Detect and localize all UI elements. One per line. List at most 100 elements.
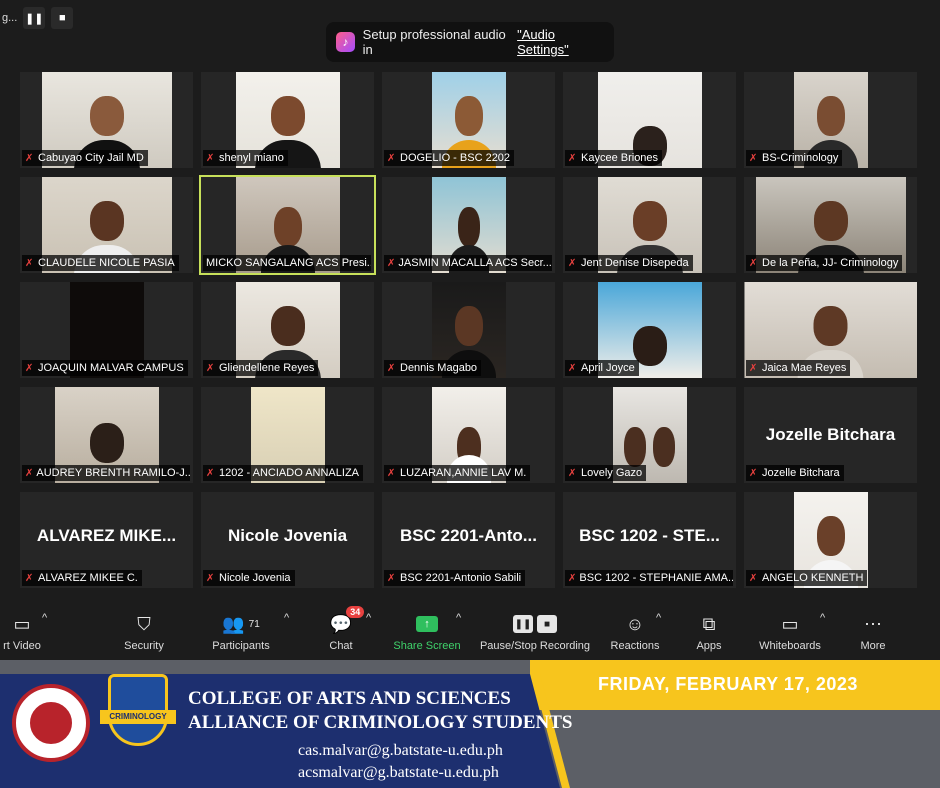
shield-icon: ⛉: [137, 613, 151, 634]
share-screen-button[interactable]: ↑ Share Screen: [392, 612, 462, 652]
start-video-label: rt Video: [3, 640, 41, 652]
video-tile[interactable]: ✗ Cabuyao City Jail MD: [20, 72, 193, 168]
participant-label: ✗ Cabuyao City Jail MD: [22, 150, 148, 166]
zoom-meeting-window: g... ❚❚ ■ ♪ Setup professional audio in …: [0, 0, 940, 788]
video-tile[interactable]: ✗ BS-Criminology: [744, 72, 917, 168]
participant-label: ✗ BSC 2201-Antonio Sabili: [384, 570, 526, 586]
muted-mic-icon: ✗: [568, 152, 577, 164]
video-tile[interactable]: ✗ Dennis Magabo: [382, 282, 555, 378]
video-tile[interactable]: ✗ ANGELO KENNETH: [744, 492, 917, 588]
muted-mic-icon: ✗: [25, 362, 34, 374]
participant-name: April Joyce: [581, 362, 635, 374]
muted-mic-icon: ✗: [568, 362, 577, 374]
chat-icon: 💬 34: [330, 606, 365, 636]
video-tile[interactable]: ✗ Jaica Mae Reyes: [744, 282, 917, 378]
participant-name: Dennis Magabo: [400, 362, 478, 374]
participant-label: ✗ April Joyce: [565, 360, 639, 376]
muted-mic-icon: ✗: [206, 572, 215, 584]
chat-badge: 34: [346, 606, 365, 618]
video-tile[interactable]: ✗ De la Peña, JJ- Criminology: [744, 177, 917, 273]
college-seal-logo: [12, 684, 90, 762]
video-tile[interactable]: BSC 2201-Anto... ✗ BSC 2201-Antonio Sabil…: [382, 492, 555, 588]
video-off-icon: ▭: [13, 613, 31, 634]
video-tile[interactable]: ✗ Lovely Gazo: [563, 387, 736, 483]
criminology-seal-logo: CRIMINOLOGY: [100, 674, 176, 756]
muted-mic-icon: ✗: [206, 152, 215, 164]
participant-name: MICKO SANGALANG ACS Presi...: [206, 257, 371, 269]
chat-options-chevron-icon[interactable]: ^: [366, 612, 371, 624]
organization-email: acsmalvar@g.batstate-u.edu.ph: [298, 764, 499, 781]
participants-button[interactable]: 👥 71 Participants: [206, 612, 276, 653]
record-label: Pause/Stop Recording: [479, 640, 591, 652]
participant-name: JASMIN MACALLA ACS Secr...: [398, 257, 552, 269]
participant-name: JOAQUIN MALVAR CAMPUS: [38, 362, 184, 374]
video-tile[interactable]: ✗ 1202 - ANCIADO ANNALIZA: [201, 387, 374, 483]
video-options-chevron-icon[interactable]: ^: [42, 612, 47, 624]
participant-display-name: Nicole Jovenia: [227, 526, 348, 545]
participant-label: ✗ De la Peña, JJ- Criminology: [746, 255, 903, 271]
video-tile[interactable]: ✗ LUZARAN,ANNIE LAV M.: [382, 387, 555, 483]
whiteboards-button[interactable]: ▭ Whiteboards: [756, 612, 824, 653]
participant-label: ✗ Jaica Mae Reyes: [746, 360, 851, 376]
banner-text: Setup professional audio in: [362, 27, 506, 57]
pause-stop-recording-button[interactable]: ❚❚ ■ Pause/Stop Recording: [478, 612, 592, 652]
reactions-options-chevron-icon[interactable]: ^: [656, 612, 661, 624]
reactions-label: Reactions: [610, 640, 660, 652]
video-tile[interactable]: ✗ CLAUDELE NICOLE PASIA: [20, 177, 193, 273]
recording-controls: g... ❚❚ ■: [0, 6, 74, 30]
participant-label: ✗ Lovely Gazo: [565, 465, 647, 481]
security-button[interactable]: ⛉ Security: [118, 612, 170, 653]
video-tile[interactable]: ✗ AUDREY BRENTH RAMILO-J...: [20, 387, 193, 483]
college-email: cas.malvar@g.batstate-u.edu.ph: [298, 742, 503, 759]
audio-settings-link[interactable]: "Audio Settings": [517, 27, 604, 57]
video-tile[interactable]: BSC 1202 - STE... ✗ BSC 1202 - STEPHANIE …: [563, 492, 736, 588]
participant-name: Kaycee Briones: [581, 152, 659, 164]
muted-mic-icon: ✗: [206, 362, 215, 374]
pause-icon: ❚❚: [513, 615, 533, 633]
event-banner: FRIDAY, FEBRUARY 17, 2023 CRIMINOLOGY CO…: [0, 660, 940, 788]
video-tile[interactable]: Nicole Jovenia ✗ Nicole Jovenia: [201, 492, 374, 588]
muted-mic-icon: ✗: [749, 362, 758, 374]
apps-button[interactable]: ⧉ Apps: [694, 612, 724, 653]
whiteboard-icon: ▭: [781, 613, 799, 634]
participants-options-chevron-icon[interactable]: ^: [284, 612, 289, 624]
people-icon: 👥 71: [222, 613, 260, 634]
video-tile[interactable]: ✗ Kaycee Briones: [563, 72, 736, 168]
share-options-chevron-icon[interactable]: ^: [456, 612, 461, 624]
chat-button[interactable]: 💬 34 Chat: [324, 606, 365, 652]
more-button[interactable]: ⋯ More: [858, 612, 888, 653]
participant-label: ✗ 1202 - ANCIADO ANNALIZA: [203, 465, 363, 481]
event-date: FRIDAY, FEBRUARY 17, 2023: [598, 674, 858, 694]
whiteboards-options-chevron-icon[interactable]: ^: [820, 612, 825, 624]
video-tile[interactable]: ✗ April Joyce: [563, 282, 736, 378]
muted-mic-icon: ✗: [749, 257, 758, 269]
muted-mic-icon: ✗: [387, 467, 396, 479]
participant-label: ✗ shenyl miano: [203, 150, 288, 166]
participant-name: Cabuyao City Jail MD: [38, 152, 144, 164]
video-tile[interactable]: ✗ JASMIN MACALLA ACS Secr...: [382, 177, 555, 273]
pause-recording-icon[interactable]: ❚❚: [23, 7, 46, 29]
video-tile[interactable]: ✗ Jent Denise Disepeda: [563, 177, 736, 273]
participant-name: AUDREY BRENTH RAMILO-J...: [36, 467, 190, 479]
participant-name: LUZARAN,ANNIE LAV M.: [400, 467, 527, 479]
participant-label: ✗ CLAUDELE NICOLE PASIA: [22, 255, 179, 271]
participant-name: ANGELO KENNETH: [762, 572, 864, 584]
video-tile[interactable]: ALVAREZ MIKE... ✗ ALVAREZ MIKEE C.: [20, 492, 193, 588]
reactions-button[interactable]: ☺ Reactions: [608, 612, 662, 653]
participants-count: 71: [248, 618, 260, 630]
video-tile-active-speaker[interactable]: MICKO SANGALANG ACS Presi...: [199, 175, 376, 275]
participant-display-name: Jozelle Bitchara: [765, 425, 896, 444]
stop-recording-icon[interactable]: ■: [51, 7, 74, 29]
video-tile[interactable]: ✗ DOGELIO - BSC 2202: [382, 72, 555, 168]
muted-mic-icon: ✗: [25, 467, 34, 479]
muted-mic-icon: ✗: [25, 572, 34, 584]
start-video-button[interactable]: ▭ rt Video: [0, 612, 44, 653]
participant-label: ✗ JASMIN MACALLA ACS Secr...: [384, 255, 552, 271]
video-tile[interactable]: Jozelle Bitchara ✗ Jozelle Bitchara: [744, 387, 917, 483]
participant-label: ✗ ANGELO KENNETH: [746, 570, 868, 586]
video-tile[interactable]: ✗ Gliendellene Reyes: [201, 282, 374, 378]
participant-name: shenyl miano: [219, 152, 284, 164]
video-tile[interactable]: ✗ JOAQUIN MALVAR CAMPUS: [20, 282, 193, 378]
video-tile[interactable]: ✗ shenyl miano: [201, 72, 374, 168]
participant-display-name: BSC 1202 - STE...: [579, 526, 720, 545]
